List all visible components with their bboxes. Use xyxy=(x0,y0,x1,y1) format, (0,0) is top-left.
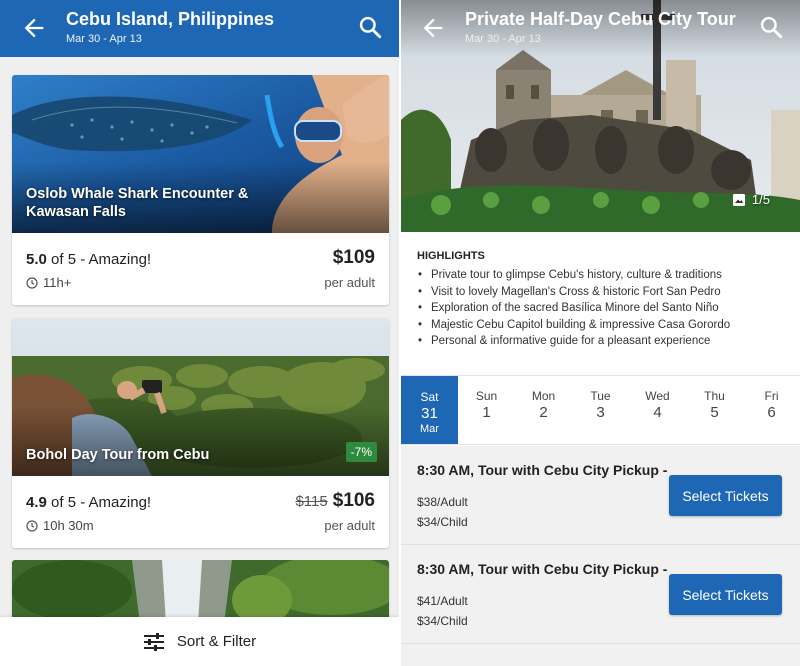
ticket-option: 8:30 AM, Tour with Cebu City Pickup - $4… xyxy=(401,545,800,644)
sliders-icon xyxy=(143,632,164,651)
child-price: $34/Child xyxy=(417,614,468,628)
results-dates: Mar 30 - Apr 13 xyxy=(66,33,142,45)
select-tickets-button[interactable]: Select Tickets xyxy=(669,475,782,516)
weekday: Tue xyxy=(590,389,611,403)
weekday: Sun xyxy=(475,389,498,403)
highlight-item: Exploration of the sacred Basílica Minor… xyxy=(417,300,787,317)
tour-detail-screen: Private Half-Day Cebu City Tour Mar 30 -… xyxy=(401,0,800,666)
weekday: Thu xyxy=(704,389,725,403)
activity-image-bohol[interactable]: Bohol Day Tour from Cebu -7% xyxy=(12,318,389,476)
price-unit: per adult xyxy=(324,518,375,533)
tour-title: Private Half-Day Cebu City Tour xyxy=(465,9,736,29)
sort-filter-label: Sort & Filter xyxy=(176,633,257,650)
date-option-tue-3[interactable]: Tue 3 xyxy=(572,376,629,444)
photo-counter[interactable]: 1/5 xyxy=(732,192,770,207)
activity-price: $115 $106 xyxy=(295,490,375,512)
activity-title: Bohol Day Tour from Cebu xyxy=(26,447,210,463)
tour-hero-image[interactable]: Private Half-Day Cebu City Tour Mar 30 -… xyxy=(401,0,800,232)
search-icon[interactable] xyxy=(758,14,784,40)
option-title: 8:30 AM, Tour with Cebu City Pickup - xyxy=(417,561,668,577)
results-title: Cebu Island, Philippines xyxy=(66,9,275,29)
activity-rating: 5.0 of 5 - Amazing! xyxy=(26,251,151,268)
clock-icon xyxy=(26,276,38,289)
highlight-item: Personal & informative guide for a pleas… xyxy=(417,333,787,350)
tour-app-bar: Private Half-Day Cebu City Tour Mar 30 -… xyxy=(401,0,800,57)
option-title: 8:30 AM, Tour with Cebu City Pickup - xyxy=(417,462,668,478)
rating-label: of 5 - Amazing! xyxy=(46,494,152,511)
highlight-item: Visit to lovely Magellan's Cross & histo… xyxy=(417,284,787,301)
date-selector: Sat 31 Mar Sun 1 Mon 2 Tue 3 Wed 4 Thu 5… xyxy=(401,375,800,445)
arrow-left-icon[interactable] xyxy=(419,14,447,42)
activity-rating: 4.9 of 5 - Amazing! xyxy=(26,494,151,511)
original-price: $115 xyxy=(295,493,328,510)
month: Mar xyxy=(420,423,439,435)
select-tickets-button[interactable]: Select Tickets xyxy=(669,574,782,615)
day-number: 5 xyxy=(710,404,719,421)
ticket-option: 8:30 AM, Tour with Cebu City Pickup - $3… xyxy=(401,446,800,545)
date-option-sun-1[interactable]: Sun 1 xyxy=(458,376,515,444)
tour-highlights: HIGHLIGHTS Private tour to glimpse Cebu'… xyxy=(417,250,787,350)
adult-price: $38/Adult xyxy=(417,495,468,509)
child-price: $34/Child xyxy=(417,515,468,529)
activity-duration: 10h 30m xyxy=(26,518,94,533)
highlights-list: Private tour to glimpse Cebu's history, … xyxy=(417,267,787,350)
clock-icon xyxy=(26,519,38,532)
arrow-left-icon[interactable] xyxy=(20,14,48,42)
weekday: Wed xyxy=(645,389,670,403)
day-number: 3 xyxy=(596,404,605,421)
activity-image-whale-shark[interactable]: Oslob Whale Shark Encounter & Kawasan Fa… xyxy=(12,75,389,233)
photo-count-text: 1/5 xyxy=(751,192,770,207)
results-screen: Cebu Island, Philippines Mar 30 - Apr 13 xyxy=(0,0,399,666)
day-number: 4 xyxy=(653,404,662,421)
date-option-mon-2[interactable]: Mon 2 xyxy=(515,376,572,444)
weekday: Fri xyxy=(764,389,779,403)
date-option-thu-5[interactable]: Thu 5 xyxy=(686,376,743,444)
rating-score: 5.0 xyxy=(26,251,47,268)
date-option-wed-4[interactable]: Wed 4 xyxy=(629,376,686,444)
discount-badge: -7% xyxy=(345,442,377,462)
results-app-bar: Cebu Island, Philippines Mar 30 - Apr 13 xyxy=(0,0,399,57)
highlight-item: Majestic Cebu Capitol building & impress… xyxy=(417,317,787,334)
duration-text: 10h 30m xyxy=(43,518,94,533)
rating-label: of 5 - Amazing! xyxy=(46,251,152,268)
activity-card-bohol[interactable]: Bohol Day Tour from Cebu -7% 4.9 of 5 - … xyxy=(12,318,389,548)
search-icon[interactable] xyxy=(357,14,383,40)
sort-filter-bar[interactable]: Sort & Filter xyxy=(0,617,399,666)
duration-text: 11h+ xyxy=(43,275,72,290)
activity-title: Oslob Whale Shark Encounter & Kawasan Fa… xyxy=(26,186,249,220)
day-number: 6 xyxy=(767,404,776,421)
tour-dates: Mar 30 - Apr 13 xyxy=(465,33,541,45)
highlight-item: Private tour to glimpse Cebu's history, … xyxy=(417,267,787,284)
day-number: 1 xyxy=(482,404,491,421)
weekday: Mon xyxy=(531,389,556,403)
ticket-options: 8:30 AM, Tour with Cebu City Pickup - $3… xyxy=(401,446,800,666)
day-number: 31 xyxy=(421,405,438,422)
date-option-fri-6[interactable]: Fri 6 xyxy=(743,376,800,444)
weekday: Sat xyxy=(420,390,439,404)
rating-score: 4.9 xyxy=(26,494,47,511)
date-option-sat-31[interactable]: Sat 31 Mar xyxy=(401,376,458,444)
adult-price: $41/Adult xyxy=(417,594,468,608)
highlights-heading: HIGHLIGHTS xyxy=(417,250,485,262)
activity-price: $109 xyxy=(332,247,375,268)
activity-duration: 11h+ xyxy=(26,275,71,290)
price-unit: per adult xyxy=(324,275,375,290)
discounted-price: $106 xyxy=(332,490,375,511)
activity-card-whale-shark[interactable]: Oslob Whale Shark Encounter & Kawasan Fa… xyxy=(12,75,389,305)
photo-gallery-icon xyxy=(732,193,745,206)
day-number: 2 xyxy=(539,404,548,421)
